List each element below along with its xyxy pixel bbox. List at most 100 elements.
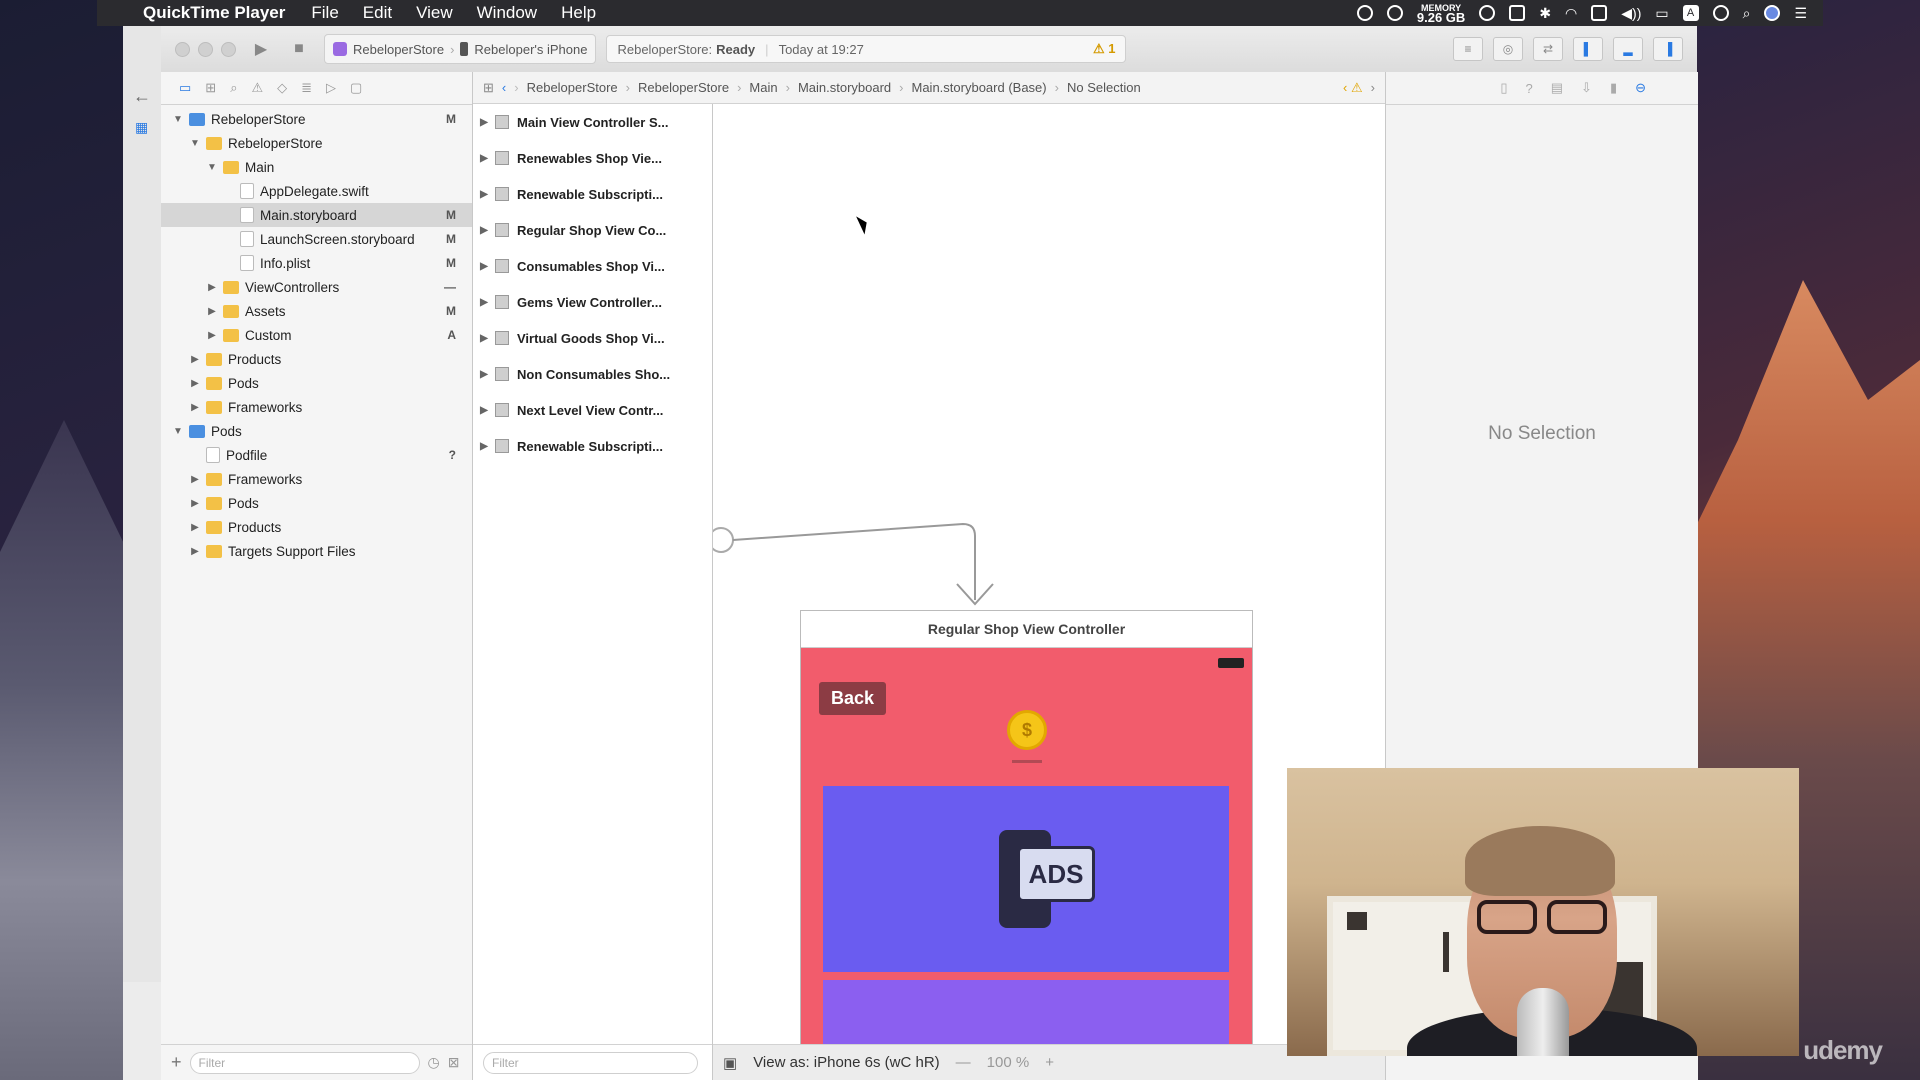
memory-status[interactable]: MEMORY 9.26 GB	[1417, 4, 1465, 25]
view-as-label[interactable]: View as: iPhone 6s (wC hR)	[753, 1054, 939, 1071]
tree-row[interactable]: Podfile?	[161, 443, 472, 467]
volume-icon[interactable]: ◀))	[1621, 5, 1641, 22]
warning-indicator[interactable]: ⚠ 1	[1093, 41, 1116, 57]
next-issue-icon[interactable]: ›	[1371, 80, 1375, 95]
file-inspector-icon[interactable]: ▯	[1500, 80, 1507, 96]
disclosure-closed-icon[interactable]: ▶	[188, 474, 202, 485]
disclosure-open-icon[interactable]: ▼	[188, 138, 202, 149]
standard-editor-icon[interactable]: ≡	[1453, 37, 1483, 61]
tree-row[interactable]: ▶ Pods	[161, 491, 472, 515]
outline-scene-item[interactable]: ▶ Consumables Shop Vi...	[473, 248, 712, 284]
menu-window[interactable]: Window	[477, 3, 537, 23]
find-navigator-icon[interactable]: ⌕	[230, 80, 237, 96]
outline-scene-item[interactable]: ▶ Gems View Controller...	[473, 284, 712, 320]
notification-center-icon[interactable]: ☰	[1794, 5, 1807, 22]
airplay-icon[interactable]	[1591, 5, 1608, 21]
tree-row[interactable]: ▶ Products	[161, 515, 472, 539]
battery-icon[interactable]: ▭	[1655, 5, 1668, 22]
input-source-icon[interactable]: A	[1682, 5, 1699, 21]
disclosure-closed-icon[interactable]: ▶	[188, 378, 202, 389]
breadcrumb-item[interactable]: No Selection	[1067, 80, 1141, 95]
disclosure-closed-icon[interactable]: ▶	[473, 369, 495, 380]
recent-filter-icon[interactable]: ◷	[428, 1054, 440, 1071]
disclosure-closed-icon[interactable]: ▶	[473, 225, 495, 236]
disclosure-closed-icon[interactable]: ▶	[473, 117, 495, 128]
stop-button[interactable]: ■	[286, 37, 312, 61]
tree-row[interactable]: AppDelegate.swift	[161, 179, 472, 203]
zoom-in-button[interactable]: +	[1045, 1054, 1054, 1071]
breakpoint-navigator-icon[interactable]: ▷	[326, 80, 336, 96]
test-navigator-icon[interactable]: ◇	[277, 80, 287, 96]
outline-scene-item[interactable]: ▶ Regular Shop View Co...	[473, 212, 712, 248]
disclosure-closed-icon[interactable]: ▶	[188, 498, 202, 509]
tree-row[interactable]: ▶ Pods	[161, 371, 472, 395]
tree-row[interactable]: ▶ Custom A	[161, 323, 472, 347]
help-inspector-icon[interactable]: ?	[1526, 81, 1533, 96]
bartender-icon[interactable]	[1509, 5, 1526, 21]
sync-icon[interactable]	[1479, 5, 1496, 21]
outline-scene-item[interactable]: ▶ Next Level View Contr...	[473, 392, 712, 428]
tree-row[interactable]: ▶ Frameworks	[161, 467, 472, 491]
segue-arrow[interactable]	[713, 104, 1385, 624]
tree-row[interactable]: Info.plist M	[161, 251, 472, 275]
menu-help[interactable]: Help	[561, 3, 596, 23]
coins-tile[interactable]	[823, 980, 1229, 1044]
size-inspector-icon[interactable]: ▮	[1610, 80, 1617, 96]
back-nav-icon[interactable]: ‹	[502, 80, 506, 95]
breadcrumb-item[interactable]: RebeloperStore	[638, 80, 729, 95]
folder-navigator-icon[interactable]: ▭	[179, 80, 191, 96]
tree-row[interactable]: ▼ Main	[161, 155, 472, 179]
report-navigator-icon[interactable]: ▢	[350, 80, 362, 96]
disclosure-closed-icon[interactable]: ▶	[205, 306, 219, 317]
tree-row[interactable]: ▶ Targets Support Files	[161, 539, 472, 563]
minimize-button[interactable]	[198, 41, 213, 57]
disclosure-closed-icon[interactable]: ▶	[205, 282, 219, 293]
tree-row[interactable]: ▶ Frameworks	[161, 395, 472, 419]
outline-scene-item[interactable]: ▶ Renewable Subscripti...	[473, 176, 712, 212]
connections-inspector-icon[interactable]: ⊖	[1635, 80, 1646, 96]
disclosure-open-icon[interactable]: ▼	[205, 162, 219, 173]
regular-shop-scene[interactable]: Regular Shop View Controller Back $ ADS	[800, 610, 1253, 1044]
disclosure-closed-icon[interactable]: ▶	[473, 261, 495, 272]
disclosure-closed-icon[interactable]: ▶	[188, 402, 202, 413]
disclosure-closed-icon[interactable]: ▶	[473, 441, 495, 452]
outline-scene-item[interactable]: ▶ Renewable Subscripti...	[473, 428, 712, 464]
debug-area-toggle-icon[interactable]: ▂	[1613, 37, 1643, 61]
tree-row[interactable]: ▼ RebeloperStore	[161, 131, 472, 155]
app-menu[interactable]: QuickTime Player	[143, 3, 285, 23]
outline-toggle-icon[interactable]: ▣	[723, 1054, 737, 1072]
tree-row[interactable]: ▶ Assets M	[161, 299, 472, 323]
attributes-inspector-icon[interactable]: ⇩	[1581, 80, 1592, 96]
warning-icon[interactable]: ‹ ⚠	[1343, 80, 1363, 96]
apps-grid-icon[interactable]: ▦	[135, 119, 161, 136]
disclosure-closed-icon[interactable]: ▶	[188, 546, 202, 557]
breadcrumb-item[interactable]: Main.storyboard (Base)	[912, 80, 1047, 95]
identity-inspector-icon[interactable]: ▤	[1551, 80, 1563, 96]
close-button[interactable]	[175, 41, 190, 57]
breadcrumb-item[interactable]: Main.storyboard	[798, 80, 891, 95]
tree-row[interactable]: ▼ Pods	[161, 419, 472, 443]
disclosure-closed-icon[interactable]: ▶	[473, 297, 495, 308]
storyboard-canvas[interactable]: Regular Shop View Controller Back $ ADS	[713, 104, 1385, 1044]
disclosure-closed-icon[interactable]: ▶	[473, 189, 495, 200]
outline-scene-item[interactable]: ▶ Renewables Shop Vie...	[473, 140, 712, 176]
menu-file[interactable]: File	[311, 3, 338, 23]
bluetooth-icon[interactable]: ✱	[1539, 5, 1551, 22]
outline-scene-item[interactable]: ▶ Non Consumables Sho...	[473, 356, 712, 392]
outline-scene-item[interactable]: ▶ Virtual Goods Shop Vi...	[473, 320, 712, 356]
time-machine-icon[interactable]	[1712, 5, 1729, 21]
disclosure-closed-icon[interactable]: ▶	[473, 405, 495, 416]
breadcrumb-item[interactable]: RebeloperStore	[527, 80, 618, 95]
menu-view[interactable]: View	[416, 3, 453, 23]
tree-row[interactable]: ▼ RebeloperStore M	[161, 107, 472, 131]
related-items-icon[interactable]: ⊞	[483, 80, 494, 96]
scheme-selector[interactable]: RebeloperStore › Rebeloper's iPhone	[324, 34, 597, 64]
run-button[interactable]: ▶	[248, 37, 274, 61]
navigator-toggle-icon[interactable]: ▌	[1573, 37, 1603, 61]
back-button[interactable]: Back	[819, 682, 887, 715]
siri-icon[interactable]	[1764, 5, 1781, 21]
wifi-icon[interactable]: ◠	[1565, 5, 1577, 22]
source-control-navigator-icon[interactable]: ⊞	[205, 80, 216, 96]
tree-row[interactable]: ▶ ViewControllers —	[161, 275, 472, 299]
inspector-toggle-icon[interactable]: ▐	[1653, 37, 1683, 61]
